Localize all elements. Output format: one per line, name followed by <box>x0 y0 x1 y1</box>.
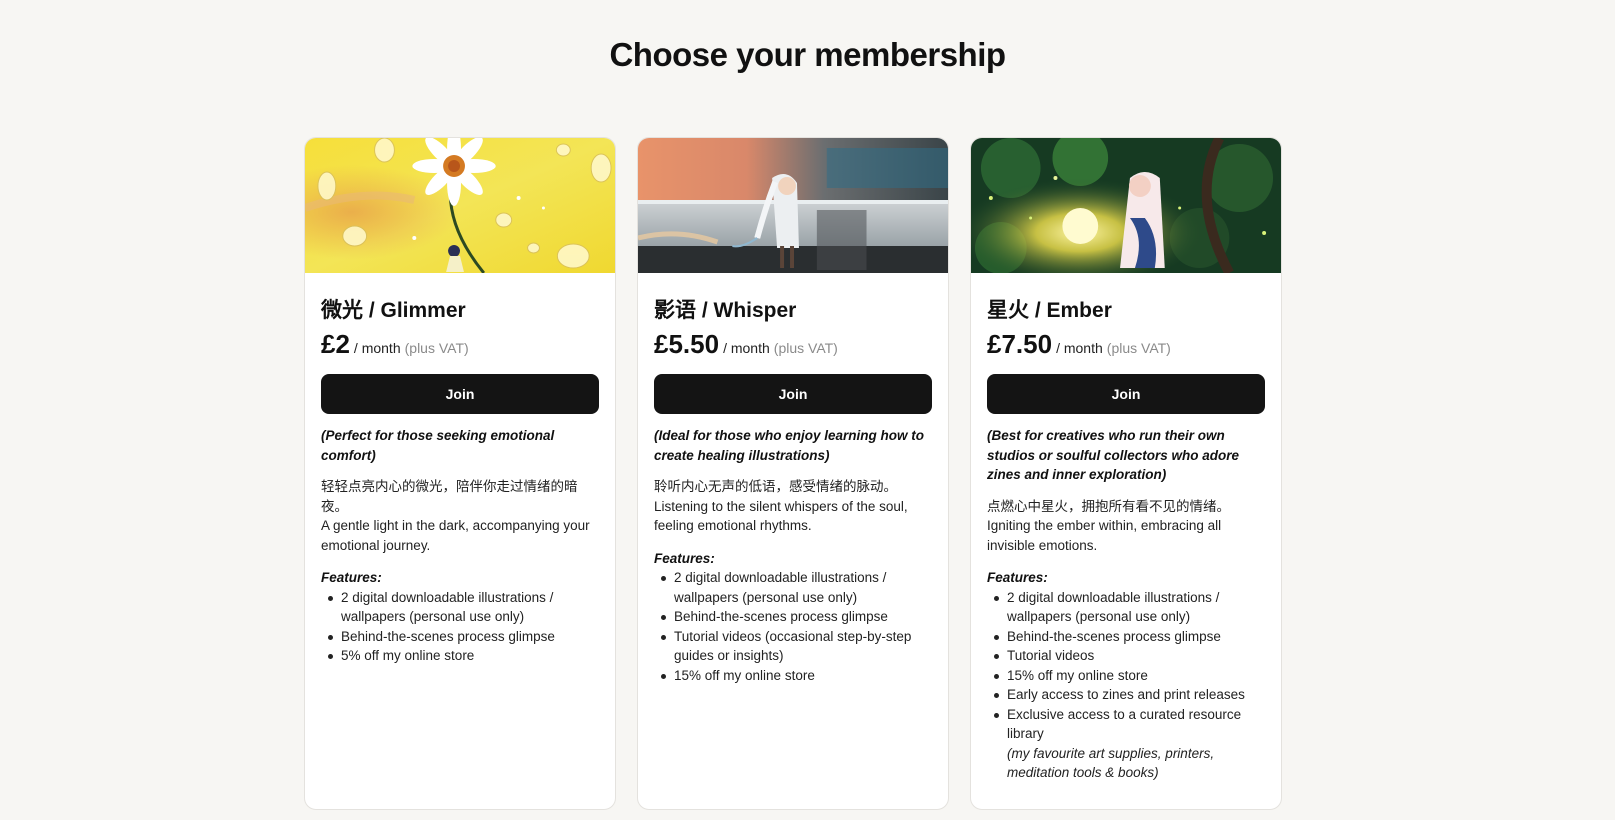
tier-price: £7.50 <box>987 329 1053 359</box>
tier-price: £2 <box>321 329 350 359</box>
feature-item: Behind-the-scenes process glimpse <box>321 627 599 647</box>
vat-note: (plus VAT) <box>1106 340 1171 356</box>
feature-item: 2 digital downloadable illustrations / w… <box>987 588 1265 627</box>
tier-tagline: (Perfect for those seeking emotional com… <box>321 428 555 463</box>
features-label: Features: <box>654 550 715 566</box>
features-label: Features: <box>987 570 1048 585</box>
features-label: Features: <box>321 570 382 585</box>
feature-item: Early access to zines and print releases <box>987 685 1265 705</box>
feature-item: Exclusive access to a curated resource l… <box>987 705 1265 783</box>
tier-image-whisper <box>638 138 948 273</box>
tier-image-ember <box>971 138 1281 273</box>
price-period: / month <box>353 340 401 356</box>
price-period: / month <box>1056 340 1103 356</box>
feature-item: 15% off my online store <box>987 666 1265 686</box>
tier-name: 微光 / Glimmer <box>321 299 466 322</box>
description-english: Igniting the ember within, embracing all… <box>987 518 1222 553</box>
join-button-whisper[interactable]: Join <box>654 374 932 414</box>
feature-item: 2 digital downloadable illustrations / w… <box>654 568 932 607</box>
tier-card-whisper: 影语 / Whisper £5.50 / month (plus VAT) Jo… <box>637 137 949 810</box>
tier-card-ember: 星火 / Ember £7.50 / month (plus VAT) Join… <box>970 137 1282 810</box>
tier-price: £5.50 <box>654 329 720 359</box>
feature-item: Behind-the-scenes process glimpse <box>987 627 1265 647</box>
tier-name: 星火 / Ember <box>987 299 1112 322</box>
price-row: £2 / month (plus VAT) <box>321 329 599 360</box>
feature-item: Tutorial videos (occasional step-by-step… <box>654 627 932 666</box>
features-list: 2 digital downloadable illustrations / w… <box>654 568 932 685</box>
tier-name: 影语 / Whisper <box>654 299 797 322</box>
join-button-ember[interactable]: Join <box>987 374 1265 414</box>
features-list: 2 digital downloadable illustrations / w… <box>321 588 599 666</box>
vat-note: (plus VAT) <box>773 340 838 356</box>
description-english: A gentle light in the dark, accompanying… <box>321 518 590 553</box>
feature-item: 5% off my online store <box>321 646 599 666</box>
tier-tagline: (Best for creatives who run their own st… <box>987 428 1240 482</box>
tier-card-glimmer: 微光 / Glimmer £2 / month (plus VAT) Join … <box>304 137 616 810</box>
tier-image-glimmer <box>305 138 615 273</box>
description-chinese: 聆听内心无声的低语，感受情绪的脉动。 <box>654 479 897 494</box>
feature-item: 15% off my online store <box>654 666 932 686</box>
description-chinese: 点燃心中星火，拥抱所有看不见的情绪。 <box>987 498 1230 514</box>
join-button-glimmer[interactable]: Join <box>321 374 599 414</box>
feature-text: Exclusive access to a curated resource l… <box>1007 706 1242 742</box>
description-chinese: 轻轻点亮内心的微光，陪伴你走过情绪的暗夜。 <box>321 479 578 514</box>
feature-item: Behind-the-scenes process glimpse <box>654 607 932 627</box>
vat-note: (plus VAT) <box>404 340 469 356</box>
price-period: / month <box>723 340 770 356</box>
feature-item: 2 digital downloadable illustrations / w… <box>321 588 599 627</box>
feature-note: (my favourite art supplies, printers, me… <box>1007 745 1215 781</box>
feature-item: Tutorial videos <box>987 646 1265 666</box>
price-row: £7.50 / month (plus VAT) <box>987 329 1265 360</box>
price-row: £5.50 / month (plus VAT) <box>654 329 932 360</box>
tier-description: 点燃心中星火，拥抱所有看不见的情绪。 Igniting the ember wi… <box>987 497 1265 556</box>
tier-description: 聆听内心无声的低语，感受情绪的脉动。 Listening to the sile… <box>654 477 932 536</box>
description-english: Listening to the silent whispers of the … <box>654 498 908 534</box>
features-list: 2 digital downloadable illustrations / w… <box>987 588 1265 783</box>
page-title: Choose your membership <box>609 36 1006 73</box>
tier-description: 轻轻点亮内心的微光，陪伴你走过情绪的暗夜。 A gentle light in … <box>321 477 599 555</box>
membership-cards: 微光 / Glimmer £2 / month (plus VAT) Join … <box>304 137 1282 810</box>
tier-tagline: (Ideal for those who enjoy learning how … <box>654 428 925 463</box>
